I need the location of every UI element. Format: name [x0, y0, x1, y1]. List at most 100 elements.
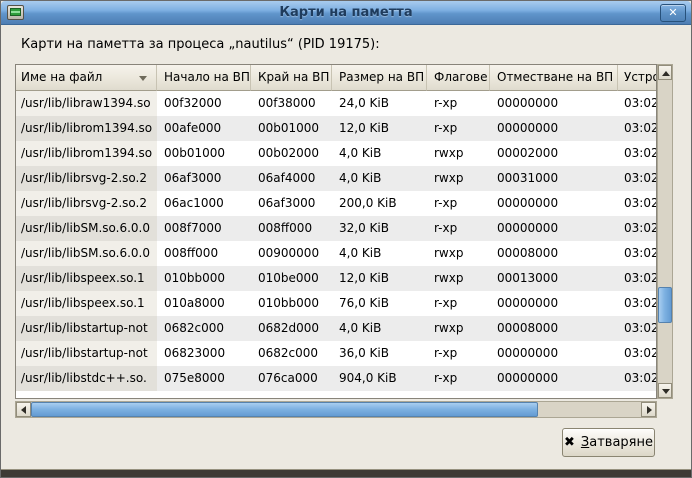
- table-cell: /usr/lib/libstartup-not: [16, 341, 157, 366]
- table-cell: 06af4000: [251, 166, 332, 191]
- table-cell: 00002000: [490, 141, 618, 166]
- table-row[interactable]: /usr/lib/libSM.so.6.0.0008ff000009000004…: [16, 241, 656, 266]
- table-cell: 00900000: [251, 241, 332, 266]
- table-cell: /usr/lib/libSM.so.6.0.0: [16, 216, 157, 241]
- table-cell: r-xp: [427, 366, 490, 391]
- scroll-down-button[interactable]: [658, 383, 672, 398]
- column-header-vm-end[interactable]: Край на ВП: [251, 65, 332, 91]
- table-cell: 03:02: [618, 166, 656, 191]
- column-header-vm-offset[interactable]: Отместване на ВП: [490, 65, 618, 91]
- table-cell: 00b01000: [251, 116, 332, 141]
- table-cell: 4,0 KiB: [332, 141, 427, 166]
- table-row[interactable]: /usr/lib/librsvg-2.so.206af300006af40004…: [16, 166, 656, 191]
- table-cell: r-xp: [427, 216, 490, 241]
- table-cell: 0682c000: [157, 316, 251, 341]
- table-cell: 0682c000: [251, 341, 332, 366]
- table-cell: r-xp: [427, 191, 490, 216]
- scroll-left-button[interactable]: [16, 402, 31, 417]
- arrow-up-icon: [662, 71, 670, 76]
- table-row[interactable]: /usr/lib/libspeex.so.1010bb000010be00012…: [16, 266, 656, 291]
- table-cell: 00b02000: [251, 141, 332, 166]
- table-cell: r-xp: [427, 291, 490, 316]
- table-cell: 904,0 KiB: [332, 366, 427, 391]
- table-cell: /usr/lib/libstartup-not: [16, 316, 157, 341]
- close-button-label: атваряне: [589, 435, 653, 450]
- table-cell: 03:02: [618, 341, 656, 366]
- table-cell: /usr/lib/librom1394.so: [16, 141, 157, 166]
- table-cell: r-xp: [427, 91, 490, 116]
- table-cell: 03:02: [618, 366, 656, 391]
- table-row[interactable]: /usr/lib/libstartup-not068230000682c0003…: [16, 341, 656, 366]
- scroll-right-button[interactable]: [641, 402, 656, 417]
- table-cell: 06823000: [157, 341, 251, 366]
- table-body: /usr/lib/libraw1394.so00f3200000f3800024…: [16, 91, 656, 391]
- table-row[interactable]: /usr/lib/librsvg-2.so.206ac100006af30002…: [16, 191, 656, 216]
- table-cell: rwxp: [427, 316, 490, 341]
- table-row[interactable]: /usr/lib/libspeex.so.1010a8000010bb00076…: [16, 291, 656, 316]
- table-cell: 4,0 KiB: [332, 241, 427, 266]
- table-cell: /usr/lib/libspeex.so.1: [16, 266, 157, 291]
- column-header-label: Размер на ВП: [339, 70, 424, 84]
- table-cell: /usr/lib/libstdc++.so.: [16, 366, 157, 391]
- table-cell: 010a8000: [157, 291, 251, 316]
- table-row[interactable]: /usr/lib/libstartup-not0682c0000682d0004…: [16, 316, 656, 341]
- scroll-up-button[interactable]: [658, 65, 672, 80]
- vertical-scrollbar-thumb[interactable]: [658, 287, 672, 323]
- table-cell: 00008000: [490, 241, 618, 266]
- table-cell: 00013000: [490, 266, 618, 291]
- dialog-body: Карти на паметта за процеса „nautilus“ (…: [1, 26, 691, 471]
- horizontal-scrollbar[interactable]: [15, 401, 657, 418]
- close-icon: ✕: [668, 6, 677, 19]
- table-cell: 03:02: [618, 241, 656, 266]
- table-cell: 32,0 KiB: [332, 216, 427, 241]
- horizontal-scrollbar-thumb[interactable]: [31, 402, 538, 417]
- table-row[interactable]: /usr/lib/libSM.so.6.0.0008f7000008ff0003…: [16, 216, 656, 241]
- table-cell: 010bb000: [251, 291, 332, 316]
- memory-maps-scrolled-window: Име на файл Начало на ВП Край на ВП Разм…: [15, 64, 673, 418]
- table-cell: rwxp: [427, 166, 490, 191]
- column-header-device[interactable]: Устро: [618, 65, 656, 91]
- arrow-left-icon: [21, 406, 26, 414]
- table-cell: /usr/lib/libspeex.so.1: [16, 291, 157, 316]
- monitor-trace: [11, 11, 20, 13]
- window-bottom-frame: [1, 469, 692, 477]
- process-description: Карти на паметта за процеса „nautilus“ (…: [21, 37, 380, 52]
- table-cell: 03:02: [618, 191, 656, 216]
- titlebar[interactable]: Карти на паметта ✕: [1, 1, 691, 25]
- table-cell: rwxp: [427, 241, 490, 266]
- table-cell: 4,0 KiB: [332, 166, 427, 191]
- close-dialog-button[interactable]: ✖Затваряне: [562, 428, 655, 457]
- table-cell: 36,0 KiB: [332, 341, 427, 366]
- window-close-button[interactable]: ✕: [660, 4, 686, 22]
- table-cell: /usr/lib/librsvg-2.so.2: [16, 166, 157, 191]
- column-header-filename[interactable]: Име на файл: [16, 65, 157, 91]
- column-header-label: Отместване на ВП: [497, 70, 613, 84]
- column-header-vm-start[interactable]: Начало на ВП: [157, 65, 251, 91]
- table-cell: 12,0 KiB: [332, 116, 427, 141]
- table-cell: 00afe000: [157, 116, 251, 141]
- table-cell: 76,0 KiB: [332, 291, 427, 316]
- column-header-label: Име на файл: [21, 70, 102, 84]
- table-row[interactable]: /usr/lib/libraw1394.so00f3200000f3800024…: [16, 91, 656, 116]
- sort-indicator-icon: [139, 76, 147, 81]
- table-cell: /usr/lib/libSM.so.6.0.0: [16, 241, 157, 266]
- vertical-scrollbar[interactable]: [657, 64, 673, 399]
- column-header-label: Флагове: [434, 70, 487, 84]
- arrow-down-icon: [662, 389, 670, 394]
- window-title: Карти на паметта: [279, 1, 412, 24]
- close-x-icon: ✖: [564, 435, 575, 450]
- table-cell: 008ff000: [251, 216, 332, 241]
- table-cell: 24,0 KiB: [332, 91, 427, 116]
- table-row[interactable]: /usr/lib/librom1394.so00b0100000b020004,…: [16, 141, 656, 166]
- table-row[interactable]: /usr/lib/libstdc++.so.075e8000076ca00090…: [16, 366, 656, 391]
- table-cell: 0682d000: [251, 316, 332, 341]
- column-header-flags[interactable]: Флагове: [427, 65, 490, 91]
- table-cell: 008ff000: [157, 241, 251, 266]
- table-cell: 03:02: [618, 116, 656, 141]
- table-row[interactable]: /usr/lib/librom1394.so00afe00000b0100012…: [16, 116, 656, 141]
- column-header-vm-size[interactable]: Размер на ВП: [332, 65, 427, 91]
- table-cell: 00000000: [490, 341, 618, 366]
- table-cell: 00031000: [490, 166, 618, 191]
- table-cell: 06af3000: [157, 166, 251, 191]
- table-cell: 00f38000: [251, 91, 332, 116]
